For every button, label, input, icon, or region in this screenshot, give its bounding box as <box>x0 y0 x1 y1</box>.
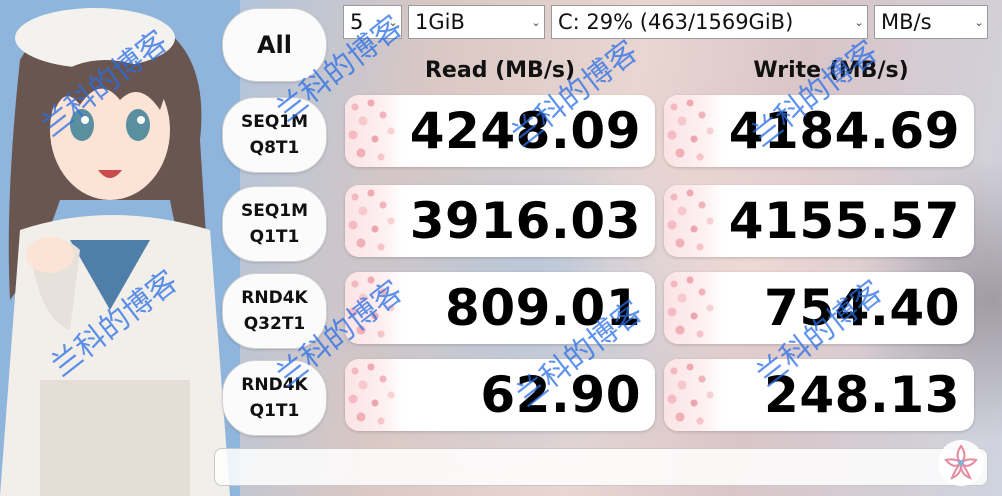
drive-value: C: 29% (463/1569GiB) <box>558 10 794 34</box>
test-size-select[interactable]: 1GiB ⌄ <box>408 5 545 39</box>
test-params: Q32T1 <box>243 314 306 334</box>
write-value: 248.13 <box>764 366 960 424</box>
test-size-value: 1GiB <box>415 10 465 34</box>
unit-select[interactable]: MB/s ⌄ <box>874 5 988 39</box>
write-result-rnd4k-q1t1: 248.13 <box>664 359 974 431</box>
test-button-rnd4k-q1t1[interactable]: RND4K Q1T1 <box>222 360 327 436</box>
flower-decoration <box>345 359 403 431</box>
flower-logo-icon <box>936 438 986 488</box>
write-value: 754.40 <box>764 279 960 337</box>
test-button-seq1m-q8t1[interactable]: SEQ1M Q8T1 <box>222 97 327 173</box>
read-value: 3916.03 <box>409 192 641 250</box>
test-button-seq1m-q1t1[interactable]: SEQ1M Q1T1 <box>222 186 327 262</box>
chevron-down-icon[interactable]: ⌄ <box>971 6 987 38</box>
write-result-seq1m-q1t1: 4155.57 <box>664 185 974 257</box>
test-name: RND4K <box>241 287 308 308</box>
comment-input[interactable] <box>214 448 988 486</box>
flower-decoration <box>664 185 722 257</box>
chevron-down-icon[interactable]: ⌄ <box>385 6 401 38</box>
test-count-value: 5 <box>350 10 364 34</box>
test-name: SEQ1M <box>240 111 309 132</box>
read-result-seq1m-q8t1: 4248.09 <box>345 95 655 167</box>
read-value: 809.01 <box>445 279 641 337</box>
flower-decoration <box>345 95 403 167</box>
read-result-rnd4k-q1t1: 62.90 <box>345 359 655 431</box>
flower-decoration <box>664 359 722 431</box>
test-name: RND4K <box>241 374 308 395</box>
chevron-down-icon[interactable]: ⌄ <box>851 6 867 38</box>
write-result-rnd4k-q32t1: 754.40 <box>664 272 974 344</box>
test-params: Q1T1 <box>249 401 300 421</box>
read-value: 62.90 <box>480 366 641 424</box>
test-params: Q8T1 <box>249 138 300 158</box>
test-name: SEQ1M <box>240 200 309 221</box>
write-column-header: Write (MB/s) <box>753 58 909 83</box>
unit-value: MB/s <box>881 10 932 34</box>
test-count-select[interactable]: 5 ⌄ <box>343 5 402 39</box>
chevron-down-icon[interactable]: ⌄ <box>528 6 544 38</box>
flower-decoration <box>664 95 722 167</box>
read-result-rnd4k-q32t1: 809.01 <box>345 272 655 344</box>
write-result-seq1m-q8t1: 4184.69 <box>664 95 974 167</box>
write-value: 4155.57 <box>728 192 960 250</box>
background-illustration <box>0 0 240 496</box>
write-value: 4184.69 <box>728 102 960 160</box>
flower-decoration <box>664 272 722 344</box>
flower-decoration <box>345 272 403 344</box>
read-column-header: Read (MB/s) <box>424 58 575 83</box>
all-button[interactable]: All <box>222 8 327 82</box>
drive-select[interactable]: C: 29% (463/1569GiB) ⌄ <box>551 5 868 39</box>
read-value: 4248.09 <box>409 102 641 160</box>
test-button-rnd4k-q32t1[interactable]: RND4K Q32T1 <box>222 273 327 349</box>
test-params: Q1T1 <box>249 227 300 247</box>
read-result-seq1m-q1t1: 3916.03 <box>345 185 655 257</box>
flower-decoration <box>345 185 403 257</box>
